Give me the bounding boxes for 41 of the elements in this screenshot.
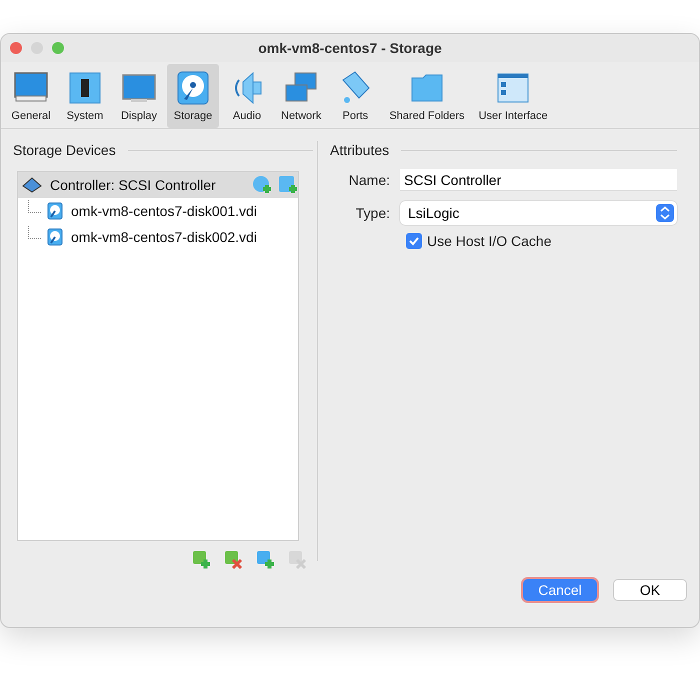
tree-item[interactable]: omk-vm8-centos7-disk001.vdi	[18, 198, 298, 224]
ok-button[interactable]: OK	[613, 579, 687, 601]
toolbar-tab[interactable]: General	[5, 64, 57, 128]
toolbar-tab[interactable]: Ports	[329, 64, 382, 128]
cancel-button[interactable]: Cancel	[523, 579, 597, 601]
network-icon	[286, 72, 317, 102]
remove-attachment-icon[interactable]	[223, 549, 243, 569]
section-title: Attributes	[330, 142, 390, 158]
name-field[interactable]: SCSI Controller	[400, 169, 677, 191]
monitor-icon	[122, 74, 156, 102]
toolbar-tab[interactable]: Storage	[167, 64, 219, 128]
add-optical-icon[interactable]	[252, 175, 272, 195]
checkbox[interactable]	[406, 233, 422, 249]
add-attachment-icon[interactable]	[191, 549, 211, 569]
toolbar-tab[interactable]: Audio	[221, 64, 273, 128]
folder-icon	[411, 74, 442, 102]
connector-icon	[342, 71, 370, 103]
tree-item[interactable]: omk-vm8-centos7-disk002.vdi	[18, 224, 298, 250]
toolbar-tab[interactable]: System	[59, 64, 111, 128]
stepper-icon	[656, 204, 674, 222]
toolbar-tab[interactable]: Display	[113, 64, 165, 128]
speaker-icon	[235, 72, 262, 104]
checkbox-label: Use Host I/O Cache	[427, 233, 552, 249]
controller-icon	[22, 177, 42, 193]
chip-icon	[70, 72, 100, 104]
maximize-icon[interactable]	[52, 42, 64, 54]
add-disk-icon[interactable]	[278, 175, 298, 195]
type-dropdown[interactable]: LsiLogic	[400, 201, 677, 225]
toolbar-tab[interactable]: Shared Folders	[383, 64, 471, 128]
tree-item[interactable]: Controller: SCSI Controller	[18, 172, 298, 198]
monitor-icon	[14, 72, 48, 102]
type-label: Type:	[354, 205, 390, 221]
section-title: Storage Devices	[13, 142, 116, 158]
toolbar-tab[interactable]: Network	[275, 64, 328, 128]
window-icon	[498, 74, 529, 102]
window-title: omk-vm8-centos7 - Storage	[258, 40, 442, 56]
add-attachment-icon[interactable]	[255, 549, 275, 569]
checkmark-icon	[408, 235, 420, 247]
close-icon[interactable]	[10, 42, 22, 54]
name-label: Name:	[348, 172, 390, 188]
toolbar-tab[interactable]: User Interface	[472, 64, 554, 128]
